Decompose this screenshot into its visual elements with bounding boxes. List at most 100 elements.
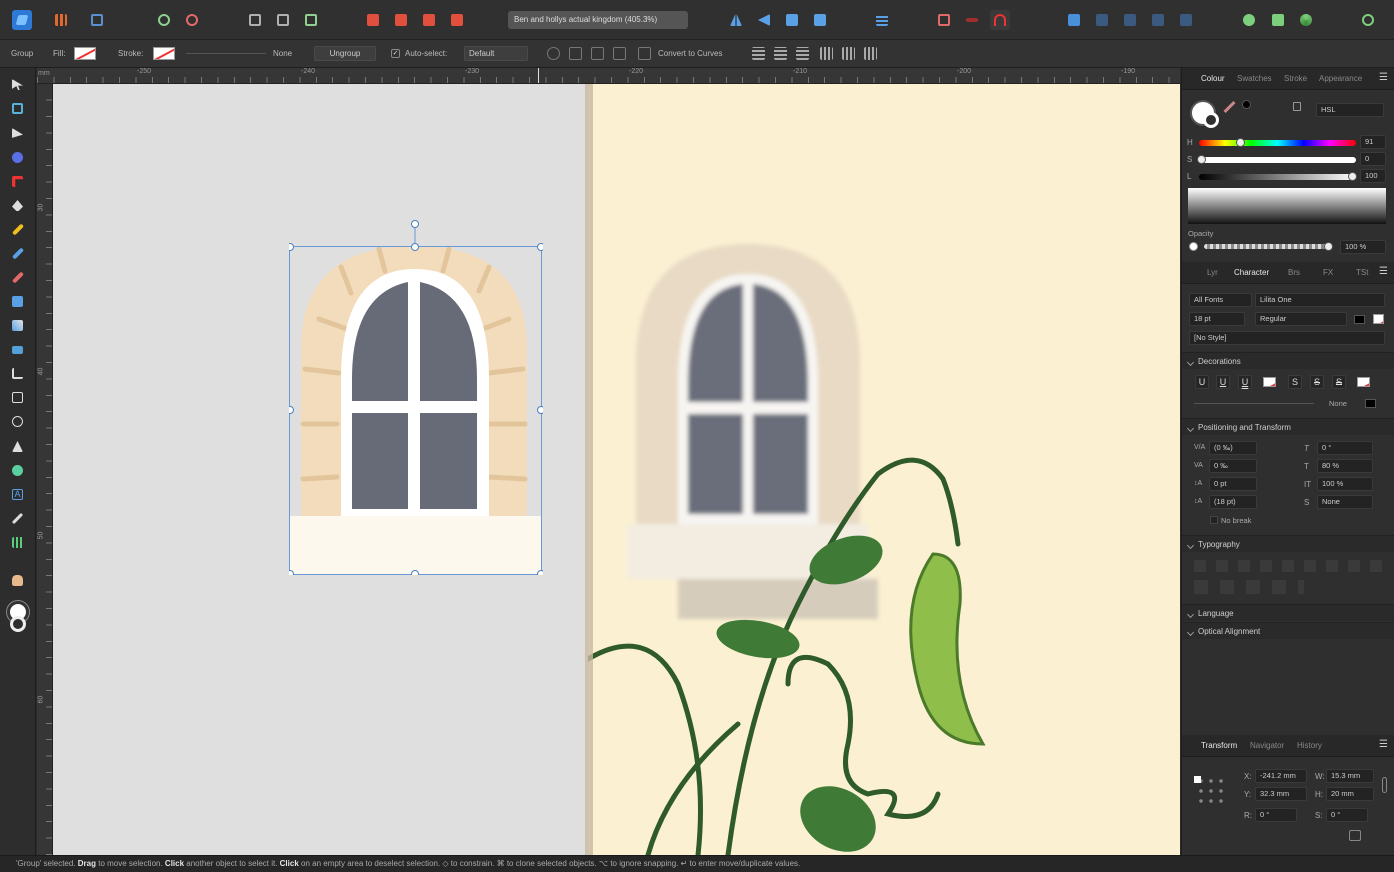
stroke-width-slider[interactable]: [186, 53, 266, 54]
shear-transform-field[interactable]: 0 °: [1326, 808, 1368, 822]
fill-tool-icon[interactable]: [9, 293, 26, 310]
saturation-slider-knob[interactable]: [1197, 155, 1206, 164]
leading-field[interactable]: (18 pt): [1209, 495, 1257, 509]
ungroup-button[interactable]: Ungroup: [314, 46, 376, 61]
affinity-logo-icon[interactable]: [12, 10, 32, 30]
lightness-gradient-preview[interactable]: [1188, 188, 1386, 224]
view-tool-hand-icon[interactable]: [9, 572, 26, 589]
resize-handle[interactable]: [537, 570, 544, 576]
place-image-tool-icon[interactable]: [9, 341, 26, 358]
align-top-icon[interactable]: [820, 47, 833, 60]
flip-vertical-icon[interactable]: [754, 10, 774, 30]
convert-to-curves-button[interactable]: Convert to Curves: [658, 49, 722, 58]
window-group[interactable]: [289, 219, 543, 575]
strikethrough-single-button[interactable]: S: [1310, 375, 1324, 389]
optical-alignment-section[interactable]: Optical Alignment: [1182, 622, 1394, 639]
typography-section[interactable]: Typography: [1182, 535, 1394, 552]
artboard-tool-icon[interactable]: [9, 100, 26, 117]
panel-menu-icon[interactable]: ☰: [1379, 266, 1388, 277]
resize-handle[interactable]: [289, 243, 294, 251]
lock-icon[interactable]: [1293, 102, 1301, 111]
resize-handle[interactable]: [289, 570, 294, 576]
assistant-icon[interactable]: [1239, 10, 1259, 30]
pen-tool-icon[interactable]: [9, 197, 26, 214]
font-size-field[interactable]: 18 pt: [1189, 312, 1245, 326]
panel-menu-icon[interactable]: ☰: [1379, 72, 1388, 83]
horizontal-ruler[interactable]: mm -250 -240 -230 -220 -210 -200 -190: [37, 68, 1180, 84]
vector-brush-tool-icon[interactable]: [9, 245, 26, 262]
shear-field[interactable]: 0 °: [1317, 441, 1373, 455]
hue-value-field[interactable]: 91: [1360, 135, 1386, 149]
tab-swatches[interactable]: Swatches: [1237, 74, 1272, 83]
align-bottom-icon[interactable]: [864, 47, 877, 60]
opacity-slider[interactable]: [1204, 244, 1326, 249]
opacity-slider-knob[interactable]: [1324, 242, 1333, 251]
tab-colour[interactable]: Colour: [1201, 74, 1225, 83]
boolean-subtract-icon[interactable]: [1092, 10, 1112, 30]
tab-character[interactable]: Character: [1234, 268, 1269, 277]
language-section[interactable]: Language: [1182, 604, 1394, 621]
hue-slider[interactable]: [1199, 140, 1356, 146]
tab-appearance[interactable]: Appearance: [1319, 74, 1362, 83]
transparency-tool-icon[interactable]: [9, 317, 26, 334]
saturation-slider[interactable]: [1199, 157, 1356, 163]
strikethrough-colour-swatch[interactable]: [1357, 377, 1370, 387]
document-title-tab[interactable]: Ben and hollys actual kingdom (405.3%): [508, 11, 688, 29]
tab-history[interactable]: History: [1297, 741, 1322, 750]
tab-brushes[interactable]: Brs: [1288, 268, 1300, 277]
mesh-fill-tool-icon[interactable]: [9, 534, 26, 551]
vertical-scale-field[interactable]: 80 %: [1317, 459, 1373, 473]
settings-gear-icon[interactable]: [154, 10, 174, 30]
rectangle-tool-icon[interactable]: [9, 389, 26, 406]
rotation-field[interactable]: 0 °: [1255, 808, 1297, 822]
kerning-field[interactable]: 0 ‰: [1209, 459, 1257, 473]
font-family-dropdown[interactable]: Lilita One: [1255, 293, 1385, 307]
saturation-value-field[interactable]: 0: [1360, 152, 1386, 166]
tracking-field[interactable]: (0 ‰): [1209, 441, 1257, 455]
tab-stroke[interactable]: Stroke: [1284, 74, 1307, 83]
corner-tool-icon[interactable]: [9, 173, 26, 190]
colour-picker-tool-icon[interactable]: [9, 510, 26, 527]
document-canvas[interactable]: [53, 84, 1180, 855]
lightness-slider-knob[interactable]: [1348, 172, 1357, 181]
baseline-field[interactable]: 0 pt: [1209, 477, 1257, 491]
user-profile-icon[interactable]: [1358, 10, 1378, 30]
select-same-icon[interactable]: [301, 10, 321, 30]
picked-colour-well[interactable]: [1242, 100, 1251, 109]
y-position-field[interactable]: 32.3 mm: [1255, 787, 1307, 801]
align-right-icon[interactable]: [796, 47, 809, 60]
strikethrough-button[interactable]: S: [1288, 375, 1302, 389]
boolean-xor-icon[interactable]: [1148, 10, 1168, 30]
pencil-tool-icon[interactable]: [9, 221, 26, 238]
align-center-icon[interactable]: [774, 47, 787, 60]
no-fill-icon[interactable]: [1189, 242, 1198, 251]
text-tool-icon[interactable]: A: [9, 486, 26, 503]
autoselect-checkbox[interactable]: ✓: [391, 49, 400, 58]
panel-menu-icon[interactable]: ☰: [1379, 739, 1388, 750]
font-collection-dropdown[interactable]: All Fonts: [1189, 293, 1252, 307]
stroke-swatch[interactable]: [153, 47, 175, 60]
decoration-colour-swatch[interactable]: [1365, 399, 1376, 408]
convert-to-curves-icon[interactable]: [638, 47, 651, 60]
isolate-icon[interactable]: [245, 10, 265, 30]
snapping-magnet-icon[interactable]: [990, 10, 1010, 30]
colour-wheel-icon[interactable]: [1296, 10, 1316, 30]
opacity-value-field[interactable]: 100 %: [1340, 240, 1386, 254]
paragraph-style-dropdown[interactable]: [No Style]: [1189, 331, 1385, 345]
move-backward-icon[interactable]: [391, 10, 411, 30]
stroke-colour-well-icon[interactable]: [10, 616, 26, 632]
vertical-ruler[interactable]: 30 40 50 60: [37, 84, 53, 855]
bounding-box-icon[interactable]: [591, 47, 604, 60]
move-back-icon[interactable]: [363, 10, 383, 30]
underline-colour-swatch[interactable]: [1263, 377, 1276, 387]
window-pane-bottom-left[interactable]: [352, 413, 408, 509]
typography-options-row[interactable]: [1194, 560, 1384, 572]
node-tool-icon[interactable]: [9, 125, 26, 142]
position-dropdown[interactable]: None: [1317, 495, 1373, 509]
boolean-add-icon[interactable]: [1064, 10, 1084, 30]
strikethrough-double-button[interactable]: S: [1332, 375, 1346, 389]
window-sill[interactable]: [290, 516, 542, 574]
no-break-checkbox[interactable]: [1210, 516, 1218, 524]
tab-transform[interactable]: Transform: [1201, 741, 1237, 750]
move-forward-icon[interactable]: [419, 10, 439, 30]
